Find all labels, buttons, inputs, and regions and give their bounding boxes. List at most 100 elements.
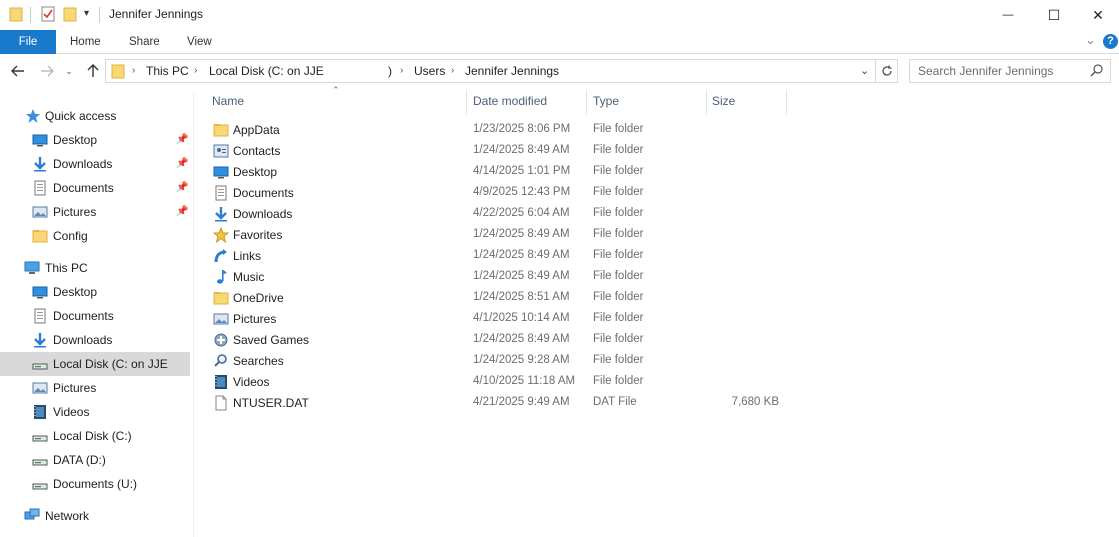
folder-icon[interactable] bbox=[9, 6, 23, 25]
nav-label: DATA (D:) bbox=[53, 453, 106, 467]
expand-ribbon-icon[interactable]: ⌄ bbox=[1085, 32, 1096, 48]
nav-quick-item-config[interactable]: Config bbox=[0, 224, 190, 248]
file-row[interactable]: Videos 4/10/2025 11:18 AM File folder bbox=[205, 372, 785, 393]
documents-icon bbox=[213, 185, 229, 201]
window-title: Jennifer Jennings bbox=[109, 7, 204, 21]
maximize-button[interactable]: ☐ bbox=[1031, 0, 1077, 30]
close-button[interactable]: ✕ bbox=[1077, 0, 1119, 30]
column-divider[interactable] bbox=[586, 90, 587, 114]
file-type: File folder bbox=[593, 186, 644, 198]
column-size[interactable]: Size bbox=[712, 94, 735, 108]
divider bbox=[99, 7, 100, 23]
file-row[interactable]: Pictures 4/1/2025 10:14 AM File folder bbox=[205, 309, 785, 330]
minimize-button[interactable]: — bbox=[985, 0, 1031, 30]
forward-button[interactable] bbox=[37, 61, 57, 81]
nav-quick-item-downloads[interactable]: Downloads 📌 bbox=[0, 152, 190, 176]
chevron-right-icon[interactable]: › bbox=[451, 65, 454, 76]
breadcrumb-this-pc[interactable]: This PC bbox=[146, 64, 189, 78]
nav-label: Documents bbox=[53, 181, 114, 195]
recent-locations-button[interactable]: ⌄ bbox=[62, 61, 76, 81]
breadcrumb-local-disk[interactable]: Local Disk (C: on JJE bbox=[209, 64, 324, 78]
tab-view[interactable]: View bbox=[176, 30, 223, 54]
column-name[interactable]: Name bbox=[212, 94, 244, 108]
file-row[interactable]: Documents 4/9/2025 12:43 PM File folder bbox=[205, 183, 785, 204]
computer-icon bbox=[24, 260, 40, 276]
refresh-button[interactable] bbox=[876, 59, 898, 83]
file-name: AppData bbox=[233, 123, 280, 137]
nav-label: Desktop bbox=[53, 133, 98, 147]
file-date-modified: 1/24/2025 8:49 AM bbox=[473, 228, 570, 240]
file-row[interactable]: AppData 1/23/2025 8:06 PM File folder bbox=[205, 120, 785, 141]
file-row[interactable]: Downloads 4/22/2025 6:04 AM File folder bbox=[205, 204, 785, 225]
nav-pc-item-desktop[interactable]: Desktop bbox=[0, 280, 190, 304]
chevron-right-icon[interactable]: › bbox=[400, 65, 403, 76]
nav-pc-item-downloads[interactable]: Downloads bbox=[0, 328, 190, 352]
up-button[interactable] bbox=[83, 61, 103, 81]
folder-icon bbox=[111, 63, 125, 82]
nav-quick-item-pictures[interactable]: Pictures 📌 bbox=[0, 200, 190, 224]
file-type: File folder bbox=[593, 207, 644, 219]
divider bbox=[30, 7, 31, 23]
column-divider[interactable] bbox=[786, 90, 787, 114]
nav-pc-item-documents[interactable]: Documents bbox=[0, 304, 190, 328]
file-row[interactable]: Desktop 4/14/2025 1:01 PM File folder bbox=[205, 162, 785, 183]
search-input[interactable] bbox=[918, 64, 1078, 78]
file-row[interactable]: Favorites 1/24/2025 8:49 AM File folder bbox=[205, 225, 785, 246]
links-icon bbox=[213, 248, 229, 264]
maximize-icon: ☐ bbox=[1047, 6, 1061, 23]
file-date-modified: 1/24/2025 9:28 AM bbox=[473, 354, 570, 366]
file-row[interactable]: Links 1/24/2025 8:49 AM File folder bbox=[205, 246, 785, 267]
chevron-right-icon[interactable]: › bbox=[194, 65, 197, 76]
file-row[interactable]: Contacts 1/24/2025 8:49 AM File folder bbox=[205, 141, 785, 162]
chevron-down-icon: ⌄ bbox=[65, 65, 73, 76]
desktop-icon bbox=[32, 132, 48, 148]
new-folder-icon[interactable] bbox=[63, 6, 77, 25]
tab-share[interactable]: Share bbox=[118, 30, 171, 54]
file-row[interactable]: Saved Games 1/24/2025 8:49 AM File folder bbox=[205, 330, 785, 351]
tab-home[interactable]: Home bbox=[59, 30, 112, 54]
help-icon[interactable]: ? bbox=[1103, 34, 1118, 49]
pin-icon[interactable]: 📌 bbox=[176, 134, 188, 145]
breadcrumb-users[interactable]: Users bbox=[414, 64, 445, 78]
file-date-modified: 1/24/2025 8:49 AM bbox=[473, 144, 570, 156]
breadcrumb-local-disk-end[interactable]: ) bbox=[388, 64, 392, 78]
pin-icon[interactable]: 📌 bbox=[176, 158, 188, 169]
column-type[interactable]: Type bbox=[593, 94, 619, 108]
address-dropdown-icon[interactable]: ⌄ bbox=[860, 64, 869, 77]
nav-this-pc[interactable]: This PC bbox=[0, 256, 190, 280]
refresh-icon bbox=[881, 65, 892, 76]
back-button[interactable] bbox=[8, 61, 28, 81]
column-divider[interactable] bbox=[706, 90, 707, 114]
search-icon[interactable] bbox=[1090, 64, 1103, 80]
nav-pc-item-pictures[interactable]: Pictures bbox=[0, 376, 190, 400]
file-row[interactable]: Searches 1/24/2025 9:28 AM File folder bbox=[205, 351, 785, 372]
nav-network[interactable]: Network bbox=[0, 504, 190, 528]
file-row[interactable]: OneDrive 1/24/2025 8:51 AM File folder bbox=[205, 288, 785, 309]
nav-pc-item-local-disk-c[interactable]: Local Disk (C:) bbox=[0, 424, 190, 448]
file-name: OneDrive bbox=[233, 291, 284, 305]
nav-pc-item-videos[interactable]: Videos bbox=[0, 400, 190, 424]
customize-toolbar-icon[interactable]: ▾ bbox=[84, 8, 89, 19]
properties-icon[interactable] bbox=[41, 6, 55, 25]
nav-pc-item-documents-u[interactable]: Documents (U:) bbox=[0, 472, 190, 496]
chevron-right-icon[interactable]: › bbox=[132, 65, 135, 76]
pin-icon[interactable]: 📌 bbox=[176, 206, 188, 217]
column-date-modified[interactable]: Date modified bbox=[473, 94, 547, 108]
pin-icon[interactable]: 📌 bbox=[176, 182, 188, 193]
search-box[interactable] bbox=[909, 59, 1111, 83]
nav-quick-item-desktop[interactable]: Desktop 📌 bbox=[0, 128, 190, 152]
nav-pc-item-data-d[interactable]: DATA (D:) bbox=[0, 448, 190, 472]
nav-quick-access[interactable]: Quick access bbox=[0, 104, 190, 128]
file-row[interactable]: Music 1/24/2025 8:49 AM File folder bbox=[205, 267, 785, 288]
column-divider[interactable] bbox=[466, 90, 467, 114]
file-row[interactable]: NTUSER.DAT 4/21/2025 9:49 AM DAT File 7,680… bbox=[205, 393, 785, 414]
nav-pc-item-local-disk-c-on-jje[interactable]: Local Disk (C: on JJE bbox=[0, 352, 190, 376]
desktop-icon bbox=[32, 284, 48, 300]
documents-icon bbox=[32, 308, 48, 324]
tab-file[interactable]: File bbox=[0, 30, 56, 54]
nav-quick-item-documents[interactable]: Documents 📌 bbox=[0, 176, 190, 200]
nav-label: Downloads bbox=[53, 333, 113, 347]
breadcrumb-current[interactable]: Jennifer Jennings bbox=[465, 64, 559, 78]
file-name: Desktop bbox=[233, 165, 278, 179]
address-bar[interactable]: › This PC › Local Disk (C: on JJE ) › Us… bbox=[105, 59, 876, 83]
